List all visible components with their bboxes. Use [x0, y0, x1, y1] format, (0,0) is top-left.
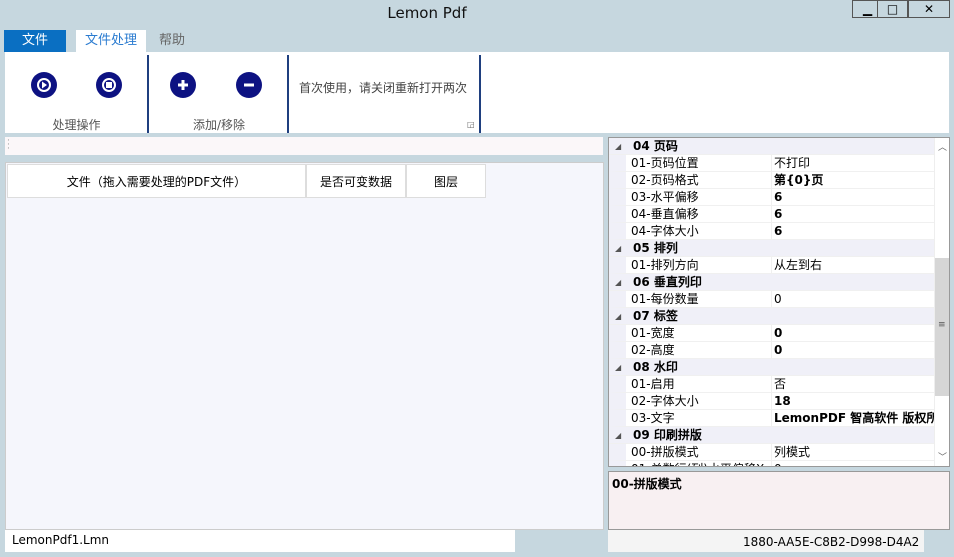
- property-value[interactable]: 不打印: [771, 155, 934, 172]
- status-bar: LemonPdf1.Lmn 1880-AA5E-C8B2-D998-D4A2: [5, 530, 949, 552]
- property-row[interactable]: 01-启用 否: [609, 376, 934, 393]
- status-file: LemonPdf1.Lmn: [5, 530, 515, 552]
- property-name: 04-垂直偏移: [631, 207, 699, 221]
- add-button[interactable]: [170, 72, 196, 98]
- property-value[interactable]: 0: [771, 342, 934, 359]
- property-description: 00-拼版模式: [608, 471, 950, 530]
- property-name: 01-页码位置: [631, 156, 699, 170]
- property-value[interactable]: 6: [771, 206, 934, 223]
- ribbon: 处理操作 添加/移除 首次使用，请关闭重新打开两次 ◲: [5, 52, 949, 133]
- property-name: 02-页码格式: [631, 173, 699, 187]
- remove-button[interactable]: [236, 72, 262, 98]
- property-value[interactable]: 否: [771, 376, 934, 393]
- property-value[interactable]: 从左到右: [771, 257, 934, 274]
- group-label-process: 处理操作: [52, 118, 101, 132]
- property-row[interactable]: 00-拼版模式 列模式: [609, 444, 934, 461]
- property-row[interactable]: 01-宽度 0: [609, 325, 934, 342]
- property-name: 02-字体大小: [631, 394, 699, 408]
- property-row[interactable]: 03-文字 LemonPDF 智高软件 版权所有: [609, 410, 934, 427]
- window-title: Lemon Pdf: [387, 4, 467, 22]
- divider: [287, 55, 289, 133]
- property-row[interactable]: 01-页码位置 不打印: [609, 155, 934, 172]
- property-name: 01-每份数量: [631, 292, 699, 306]
- property-row[interactable]: 04-垂直偏移 6: [609, 206, 934, 223]
- dialog-launcher-icon[interactable]: ◲: [467, 120, 475, 129]
- property-category[interactable]: ◢ 08 水印: [609, 359, 934, 376]
- property-name: 02-高度: [631, 343, 675, 357]
- property-value[interactable]: 第{0}页: [771, 172, 934, 189]
- close-button[interactable]: ✕: [908, 0, 950, 18]
- property-value[interactable]: 18: [771, 393, 934, 410]
- property-value[interactable]: 列模式: [771, 444, 934, 461]
- column-header-variable-data[interactable]: 是否可变数据: [306, 164, 406, 198]
- status-code: 1880-AA5E-C8B2-D998-D4A2: [608, 530, 924, 552]
- category-label: 04 页码: [633, 139, 678, 153]
- property-value[interactable]: 0: [771, 461, 934, 466]
- property-grid[interactable]: ◢ 04 页码 01-页码位置 不打印 02-页码格式 第{0}页 03-水平偏移 6 04-垂…: [608, 137, 950, 467]
- start-button[interactable]: [31, 72, 57, 98]
- property-category[interactable]: ◢ 04 页码: [609, 138, 934, 155]
- notice-text: 首次使用，请关闭重新打开两次: [299, 81, 468, 95]
- minus-icon: [244, 83, 254, 87]
- collapse-icon[interactable]: ◢: [615, 240, 621, 257]
- property-category[interactable]: ◢ 06 垂直列印: [609, 274, 934, 291]
- property-value[interactable]: 0: [771, 325, 934, 342]
- scroll-up-icon[interactable]: ︿: [938, 140, 947, 153]
- property-value[interactable]: 6: [771, 189, 934, 206]
- scroll-thumb[interactable]: ≡: [935, 258, 949, 396]
- category-label: 07 标签: [633, 309, 678, 323]
- stop-icon: [102, 78, 116, 92]
- maximize-button[interactable]: □: [877, 0, 908, 18]
- property-row[interactable]: 02-字体大小 18: [609, 393, 934, 410]
- property-row[interactable]: 03-水平偏移 6: [609, 189, 934, 206]
- category-label: 05 排列: [633, 241, 678, 255]
- property-row[interactable]: 01-每份数量 0: [609, 291, 934, 308]
- toolbar-strip: · · ·: [5, 137, 603, 155]
- property-name: 04-字体大小: [631, 224, 699, 238]
- property-name: 01-排列方向: [631, 258, 699, 272]
- collapse-icon[interactable]: ◢: [615, 274, 621, 291]
- property-name: 03-文字: [631, 411, 675, 425]
- group-label-add-remove: 添加/移除: [192, 118, 246, 132]
- file-list[interactable]: 文件（拖入需要处理的PDF文件） 是否可变数据 图层: [5, 162, 604, 530]
- plus-icon: [178, 80, 188, 90]
- property-name: 01-宽度: [631, 326, 675, 340]
- category-label: 09 印刷拼版: [633, 428, 702, 442]
- property-name: 01-单数行(列)水平偏移X: [631, 461, 766, 466]
- column-header-file[interactable]: 文件（拖入需要处理的PDF文件）: [7, 164, 306, 198]
- property-row[interactable]: 01-排列方向 从左到右: [609, 257, 934, 274]
- divider: [479, 55, 481, 133]
- stop-button[interactable]: [96, 72, 122, 98]
- property-value[interactable]: 0: [771, 291, 934, 308]
- property-row[interactable]: 04-字体大小 6: [609, 223, 934, 240]
- column-header-layer[interactable]: 图层: [406, 164, 486, 198]
- tab-file-process[interactable]: 文件处理: [76, 30, 146, 52]
- collapse-icon[interactable]: ◢: [615, 138, 621, 155]
- property-value[interactable]: 6: [771, 223, 934, 240]
- category-label: 08 水印: [633, 360, 678, 374]
- property-row[interactable]: 02-高度 0: [609, 342, 934, 359]
- property-row[interactable]: 02-页码格式 第{0}页: [609, 172, 934, 189]
- property-name: 03-水平偏移: [631, 190, 699, 204]
- property-row[interactable]: 01-单数行(列)水平偏移X 0: [609, 461, 934, 466]
- property-category[interactable]: ◢ 09 印刷拼版: [609, 427, 934, 444]
- play-icon: [37, 78, 51, 92]
- collapse-icon[interactable]: ◢: [615, 427, 621, 444]
- property-category[interactable]: ◢ 05 排列: [609, 240, 934, 257]
- property-name: 00-拼版模式: [631, 445, 699, 459]
- tab-help[interactable]: 帮助: [150, 30, 194, 52]
- collapse-icon[interactable]: ◢: [615, 308, 621, 325]
- property-value[interactable]: LemonPDF 智高软件 版权所有: [771, 410, 934, 427]
- property-category[interactable]: ◢ 07 标签: [609, 308, 934, 325]
- property-name: 01-启用: [631, 377, 675, 391]
- category-label: 06 垂直列印: [633, 275, 702, 289]
- scroll-down-icon[interactable]: ﹀: [938, 450, 947, 463]
- tab-file[interactable]: 文件: [4, 30, 66, 52]
- scrollbar[interactable]: ︿ ≡ ﹀: [934, 138, 949, 466]
- collapse-icon[interactable]: ◢: [615, 359, 621, 376]
